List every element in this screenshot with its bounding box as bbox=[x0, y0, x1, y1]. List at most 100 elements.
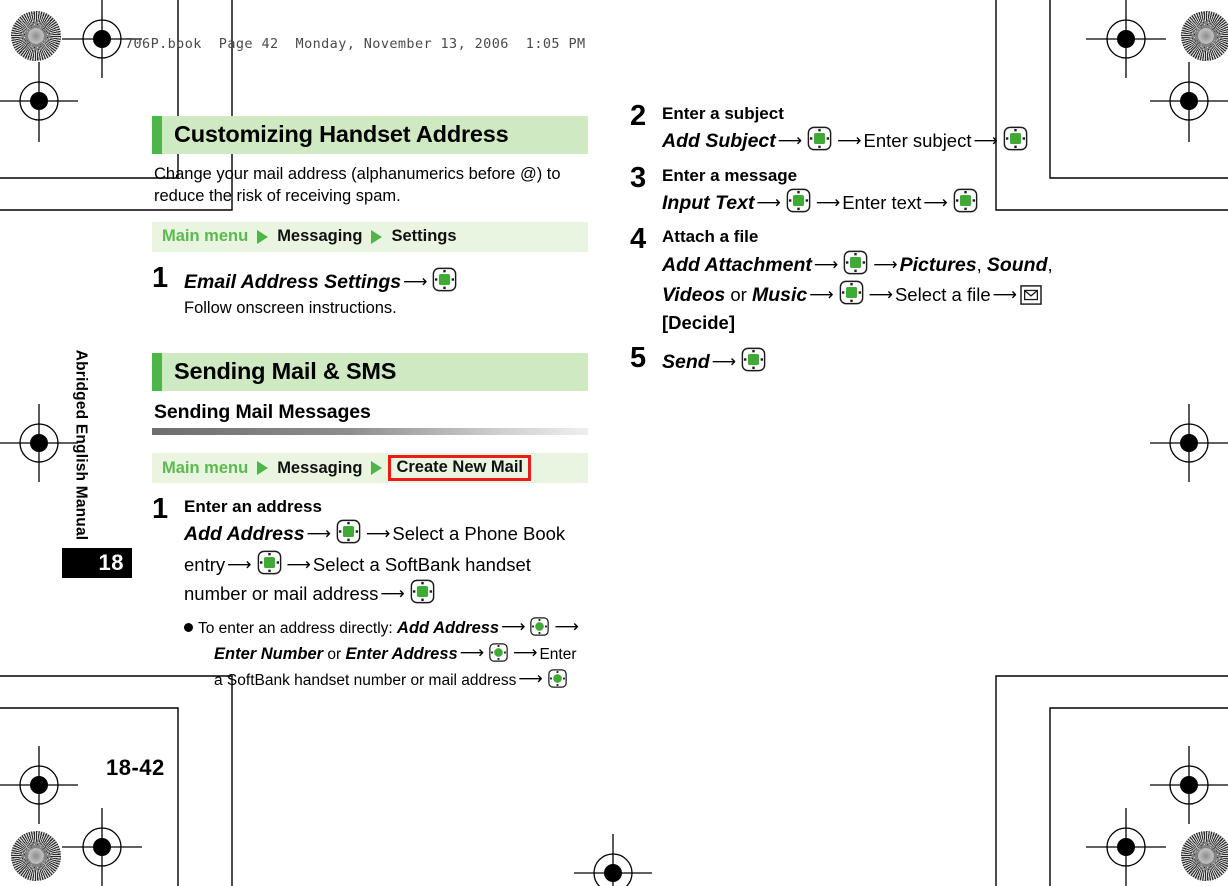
subsection-title-sending-mail-messages: Sending Mail Messages bbox=[154, 401, 371, 423]
arrow-right-icon: ⟶ bbox=[777, 131, 803, 152]
subnote-continuation-line: Enter Number or Enter Address ⟶ ⟶ Enter a … bbox=[199, 641, 588, 692]
menu-item-send: Send bbox=[662, 351, 710, 374]
menu-item-email-address-settings: Email Address Settings bbox=[184, 270, 402, 293]
dpad-center-key-icon bbox=[431, 266, 458, 293]
step-5-send: 5 Send ⟶ bbox=[630, 342, 1070, 377]
step-2-enter-a-subject: 2 Enter a subject Add Subject ⟶ ⟶ Enter su… bbox=[630, 100, 1070, 156]
dpad-center-key-icon bbox=[256, 549, 283, 576]
section-banner-customizing-handset-address: Customizing Handset Address bbox=[152, 116, 588, 154]
path-main-menu: Main menu bbox=[162, 227, 249, 246]
dpad-center-key-icon bbox=[806, 125, 833, 152]
conjunction-or: or bbox=[730, 284, 747, 306]
triangle-right-icon bbox=[371, 229, 383, 244]
triangle-right-icon bbox=[257, 229, 269, 244]
arrow-right-icon: ⟶ bbox=[868, 285, 893, 306]
menu-item-sound: Sound bbox=[986, 253, 1048, 276]
arrow-right-icon: ⟶ bbox=[286, 554, 311, 575]
step-heading: Attach a file bbox=[662, 227, 759, 247]
step-3-enter-a-message: 3 Enter a message Input Text ⟶ ⟶ Enter tex… bbox=[630, 161, 1070, 218]
menu-item-input-text: Input Text bbox=[662, 191, 755, 214]
menu-item-add-attachment: Add Attachment bbox=[662, 253, 812, 276]
menu-path-settings: Main menu Messaging Settings bbox=[152, 221, 588, 252]
path-segment-settings: Settings bbox=[391, 227, 457, 246]
chapter-tab-number: 18 bbox=[98, 550, 124, 575]
banner-title: Sending Mail & SMS bbox=[174, 358, 397, 385]
step-heading: Enter an address bbox=[184, 497, 322, 516]
step-number: 2 bbox=[630, 100, 647, 132]
menu-item-add-address: Add Address bbox=[397, 619, 500, 638]
menu-item-add-address: Add Address bbox=[184, 523, 305, 546]
arrow-right-icon: ⟶ bbox=[756, 192, 781, 213]
arrow-right-icon: ⟶ bbox=[227, 554, 252, 575]
path-segment-messaging: Messaging bbox=[277, 458, 363, 477]
arrow-right-icon: ⟶ bbox=[380, 584, 405, 604]
dpad-center-key-icon bbox=[1002, 125, 1029, 152]
step-number: 1 bbox=[152, 493, 169, 525]
dpad-center-key-icon bbox=[838, 279, 865, 306]
running-head: Abridged English Manual bbox=[68, 330, 92, 560]
menu-item-enter-address: Enter Address bbox=[345, 645, 458, 664]
page-number: 18-42 bbox=[106, 755, 165, 780]
menu-path-create-new-mail: Main menu Messaging Create New Mail bbox=[152, 453, 588, 483]
step-heading: Enter a message bbox=[662, 165, 798, 185]
comma-separator: , bbox=[1047, 253, 1053, 275]
step-heading: Enter a subject bbox=[662, 104, 784, 123]
step-1-enter-an-address: 1 Enter an address Add Address ⟶ ⟶ Select … bbox=[152, 493, 588, 693]
menu-item-enter-number: Enter Number bbox=[214, 645, 324, 664]
step-body: Email Address Settings ⟶ bbox=[184, 266, 588, 297]
arrow-right-icon: ⟶ bbox=[973, 131, 998, 152]
menu-item-add-subject: Add Subject bbox=[662, 130, 776, 153]
right-column: 2 Enter a subject Add Subject ⟶ ⟶ Enter su… bbox=[630, 100, 1070, 383]
section-banner-sending-mail-and-sms: Sending Mail & SMS bbox=[152, 353, 588, 391]
dpad-center-key-icon bbox=[952, 187, 979, 214]
dpad-center-key-icon bbox=[529, 616, 550, 637]
step-number: 3 bbox=[630, 161, 647, 194]
chapter-tab: 18 bbox=[62, 548, 132, 578]
arrow-right-icon: ⟶ bbox=[501, 617, 526, 638]
step-body: Add Address ⟶ ⟶ Select a Phone Book entry ⟶ bbox=[184, 518, 588, 607]
path-segment-messaging: Messaging bbox=[277, 227, 363, 246]
conjunction-or: or bbox=[327, 646, 342, 664]
arrow-right-icon: ⟶ bbox=[923, 192, 948, 213]
arrow-right-icon: ⟶ bbox=[366, 524, 391, 545]
comma-separator: , bbox=[976, 253, 982, 275]
arrow-right-icon: ⟶ bbox=[809, 285, 834, 306]
subnote-intro: To enter an address directly: bbox=[198, 620, 393, 638]
arrow-right-icon: ⟶ bbox=[815, 192, 841, 213]
dpad-center-key-icon bbox=[409, 578, 436, 605]
arrow-right-icon: ⟶ bbox=[554, 617, 579, 638]
arrow-right-icon: ⟶ bbox=[459, 643, 485, 664]
step-body: Input Text ⟶ ⟶ Enter text ⟶ bbox=[662, 187, 1070, 218]
dpad-center-key-icon bbox=[488, 642, 509, 663]
arrow-right-icon: ⟶ bbox=[513, 643, 538, 664]
step-body: Add Attachment ⟶ ⟶ Pictures, Sound, Videos… bbox=[662, 249, 1070, 337]
rosette-target-bottom-left bbox=[11, 831, 61, 881]
triangle-right-icon bbox=[371, 461, 383, 475]
dpad-center-key-icon bbox=[740, 346, 767, 373]
path-segment-create-new-mail-highlighted: Create New Mail bbox=[388, 454, 532, 482]
step-number: 5 bbox=[630, 342, 647, 375]
bullet-dot-icon bbox=[184, 623, 193, 633]
softkey-label-decide: [Decide] bbox=[662, 311, 735, 333]
arrow-right-icon: ⟶ bbox=[837, 131, 862, 152]
banner-title: Customizing Handset Address bbox=[174, 121, 509, 148]
step-body: Send ⟶ bbox=[662, 346, 1070, 377]
menu-item-videos: Videos bbox=[662, 284, 726, 307]
arrow-right-icon: ⟶ bbox=[306, 524, 332, 545]
left-column: Customizing Handset Address Change your … bbox=[152, 116, 588, 699]
step-subnote-enter-address-directly: To enter an address directly: Add Addres… bbox=[184, 615, 588, 692]
dpad-center-key-icon bbox=[785, 187, 812, 214]
arrow-right-icon: ⟶ bbox=[403, 271, 428, 292]
arrow-right-icon: ⟶ bbox=[813, 254, 839, 275]
rosette-target-top-right bbox=[1181, 11, 1228, 61]
path-main-menu: Main menu bbox=[162, 458, 249, 477]
dpad-center-key-icon bbox=[547, 668, 568, 689]
arrow-right-icon: ⟶ bbox=[873, 254, 898, 275]
file-stamp: 706P.book Page 42 Monday, November 13, 2… bbox=[125, 36, 586, 52]
running-head-label: Abridged English Manual bbox=[72, 349, 90, 541]
rosette-target-top-left bbox=[11, 11, 61, 61]
banner-accent-bar bbox=[152, 353, 162, 391]
envelope-key-icon bbox=[1020, 285, 1042, 306]
arrow-right-icon: ⟶ bbox=[518, 669, 543, 690]
step-1-email-address-settings: 1 Email Address Settings ⟶ Follow onscree… bbox=[152, 263, 588, 319]
